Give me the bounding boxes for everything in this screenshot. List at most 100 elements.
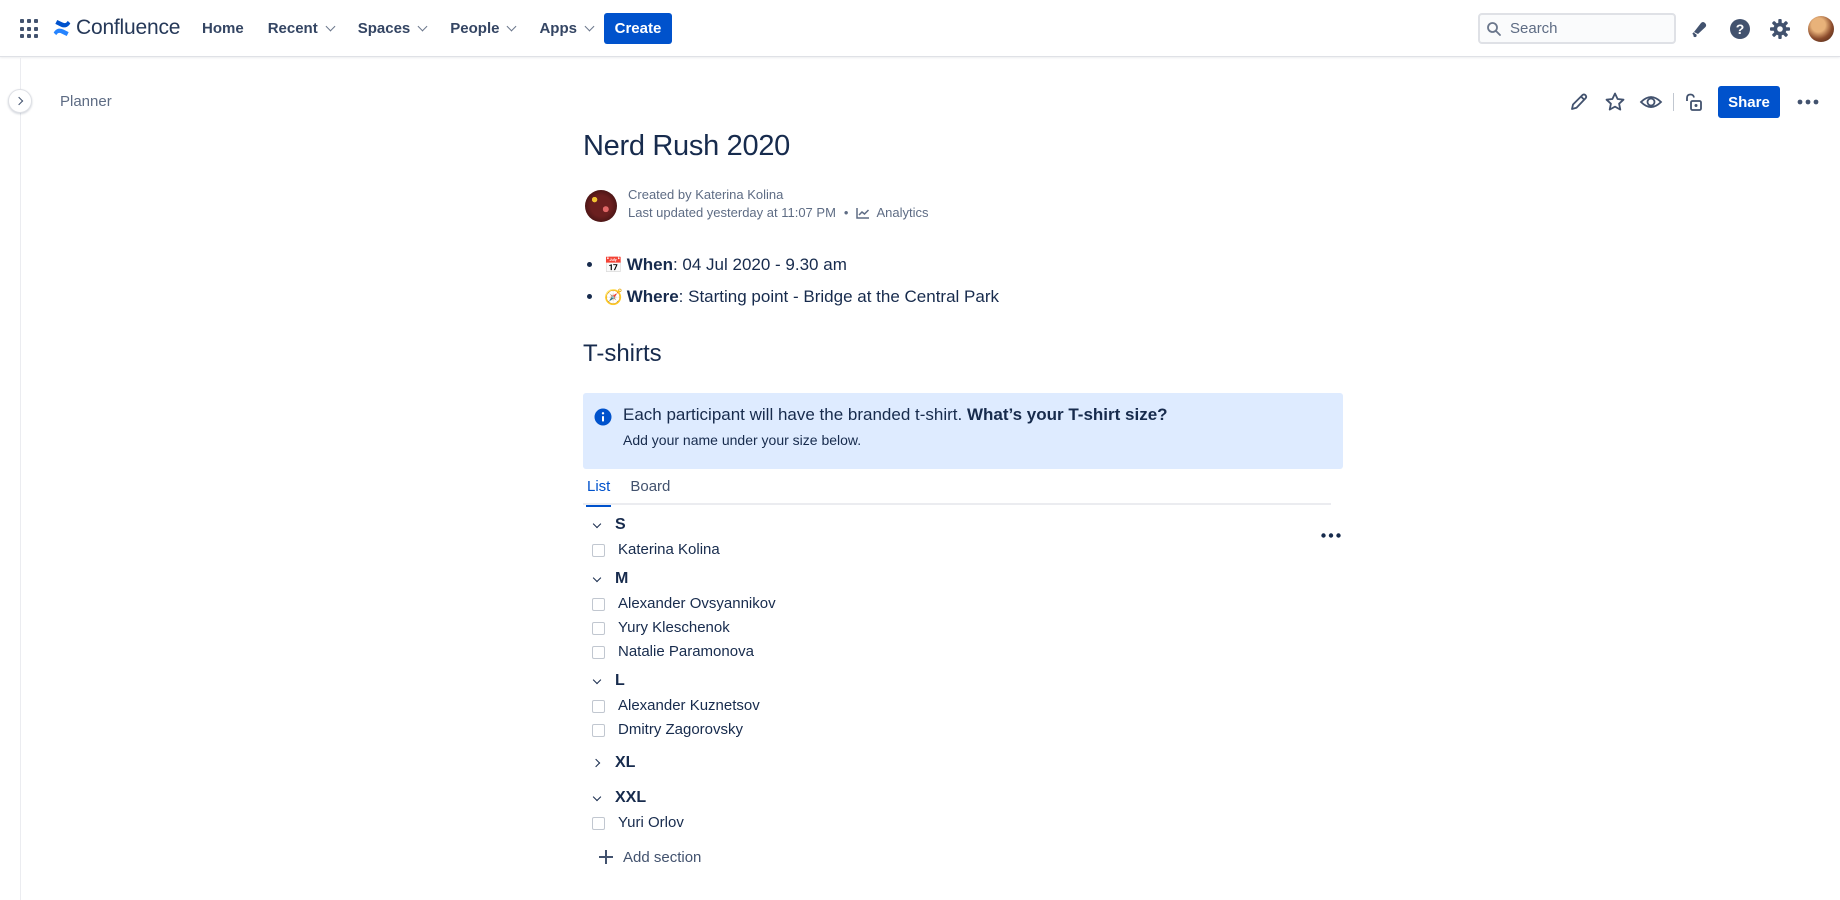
task-label[interactable]: Dmitry Zagorovsky <box>618 721 743 738</box>
planner-tabs: List Board <box>583 477 1331 507</box>
list-item: 📅When: 04 Jul 2020 - 9.30 am <box>604 249 1343 281</box>
task-checkbox[interactable] <box>592 699 605 713</box>
task-checkbox[interactable] <box>592 816 605 830</box>
plus-icon <box>599 850 613 864</box>
search-box[interactable] <box>1478 13 1676 44</box>
task-checkbox[interactable] <box>592 723 605 737</box>
more-icon[interactable] <box>1319 525 1343 545</box>
chevron-down-icon[interactable] <box>589 673 605 689</box>
list-item: 🧭Where: Starting point - Bridge at the C… <box>604 281 1343 313</box>
search-icon <box>1487 21 1501 36</box>
info-panel: Each participant will have the branded t… <box>583 393 1343 469</box>
profile-avatar[interactable] <box>1808 15 1834 42</box>
section-header-xl[interactable]: XL <box>583 751 1343 775</box>
fact-label: Where <box>626 287 679 306</box>
star-icon[interactable] <box>1603 90 1627 114</box>
page-content: Nerd Rush 2020 Created by Katerina Kolin… <box>583 130 1343 867</box>
chevron-right-icon[interactable] <box>589 755 605 771</box>
chevron-down-icon <box>325 21 336 32</box>
add-section-label: Add section <box>623 848 702 866</box>
calendar-emoji: 📅 <box>604 257 623 274</box>
task-item: Dmitry Zagorovsky <box>583 717 1343 741</box>
nav-spaces[interactable]: Spaces <box>346 12 439 45</box>
info-panel-text: Each participant will have the branded t… <box>623 405 967 424</box>
chevron-right-icon <box>14 96 24 106</box>
more-icon[interactable] <box>1796 90 1820 114</box>
add-section-button[interactable]: Add section <box>599 847 1343 867</box>
svg-text:?: ? <box>1736 21 1745 37</box>
event-facts: 📅When: 04 Jul 2020 - 9.30 am 🧭Where: Sta… <box>583 249 1343 313</box>
task-checkbox[interactable] <box>592 543 605 557</box>
help-icon[interactable]: ? <box>1728 17 1752 41</box>
task-checkbox[interactable] <box>592 621 605 635</box>
task-item: Alexander Ovsyannikov <box>583 591 1343 615</box>
task-checkbox[interactable] <box>592 645 605 659</box>
nav-people[interactable]: People <box>438 12 527 45</box>
breadcrumb[interactable]: Planner <box>60 93 112 110</box>
task-label[interactable]: Yuri Orlov <box>618 814 684 831</box>
analytics-link[interactable]: Analytics <box>856 204 929 222</box>
sidebar-rail <box>0 58 21 900</box>
top-navigation: Confluence Home Recent Spaces People App… <box>0 0 1840 57</box>
info-panel-subtext: Add your name under your size below. <box>623 432 862 448</box>
task-label[interactable]: Katerina Kolina <box>618 541 720 558</box>
edit-icon[interactable] <box>1567 90 1591 114</box>
separator: • <box>843 205 849 220</box>
info-icon <box>594 408 612 426</box>
expand-sidebar-button[interactable] <box>8 89 32 113</box>
chevron-down-icon[interactable] <box>589 790 605 806</box>
created-by: Created by Katerina Kolina <box>628 187 784 202</box>
confluence-logo[interactable]: Confluence <box>52 16 180 40</box>
nav-apps[interactable]: Apps <box>527 12 605 45</box>
restrictions-icon[interactable] <box>1682 90 1706 114</box>
notifications-icon[interactable] <box>1688 17 1712 41</box>
chevron-down-icon <box>417 21 428 32</box>
author-avatar[interactable] <box>585 190 617 222</box>
task-sections: S Katerina Kolina M Alexander Ovsyanniko… <box>583 513 1343 867</box>
task-label[interactable]: Alexander Ovsyannikov <box>618 595 776 612</box>
section-header-m[interactable]: M <box>583 567 1343 591</box>
task-checkbox[interactable] <box>592 597 605 611</box>
chevron-down-icon[interactable] <box>589 517 605 533</box>
task-label[interactable]: Yury Kleschenok <box>618 619 730 636</box>
chevron-down-icon[interactable] <box>589 571 605 587</box>
chevron-down-icon <box>584 21 595 32</box>
page-byline: Created by Katerina Kolina Last updated … <box>583 186 1343 230</box>
create-button[interactable]: Create <box>604 13 672 44</box>
watch-icon[interactable] <box>1639 90 1663 114</box>
section-label: XL <box>615 754 636 771</box>
settings-icon[interactable] <box>1768 17 1792 41</box>
tab-list[interactable]: List <box>583 477 612 507</box>
fact-value: : 04 Jul 2020 - 9.30 am <box>672 255 847 274</box>
nav-people-label: People <box>450 20 500 37</box>
section-label: S <box>615 516 626 533</box>
app-switcher-icon[interactable] <box>20 19 40 39</box>
share-button[interactable]: Share <box>1718 86 1780 118</box>
nav-apps-label: Apps <box>539 20 577 37</box>
task-label[interactable]: Alexander Kuznetsov <box>618 697 760 714</box>
section-header-l[interactable]: L <box>583 669 1343 693</box>
task-label[interactable]: Natalie Paramonova <box>618 643 754 660</box>
fact-value: : Starting point - Bridge at the Central… <box>678 287 999 306</box>
compass-emoji: 🧭 <box>604 289 623 306</box>
fact-label: When <box>626 255 673 274</box>
chevron-down-icon <box>507 21 517 32</box>
confluence-logo-icon <box>53 20 71 36</box>
page-title: Nerd Rush 2020 <box>583 130 790 162</box>
task-item: Katerina Kolina <box>583 537 1343 561</box>
last-updated[interactable]: Last updated yesterday at 11:07 PM <box>628 204 836 222</box>
section-label: XXL <box>615 789 647 806</box>
section-label: L <box>615 672 625 689</box>
nav-recent[interactable]: Recent <box>256 12 346 45</box>
nav-home-label: Home <box>202 20 244 37</box>
nav-recent-label: Recent <box>267 20 318 37</box>
section-header-xxl[interactable]: XXL <box>583 786 1343 810</box>
nav-home[interactable]: Home <box>190 12 256 45</box>
analytics-label: Analytics <box>876 205 929 220</box>
search-input[interactable] <box>1510 20 1660 37</box>
tab-board[interactable]: Board <box>626 477 670 505</box>
task-item: Natalie Paramonova <box>583 639 1343 663</box>
section-header-s[interactable]: S <box>583 513 1343 537</box>
analytics-icon <box>856 208 870 219</box>
nav-spaces-label: Spaces <box>357 20 411 37</box>
